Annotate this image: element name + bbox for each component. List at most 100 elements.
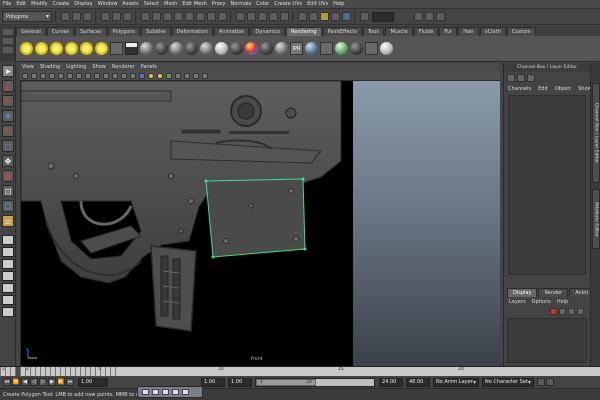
- mask-handles-icon[interactable]: [141, 12, 150, 21]
- render-globals-icon[interactable]: [342, 12, 351, 21]
- step-forward-key-icon[interactable]: ⏩: [57, 378, 65, 386]
- shelf-tab-deformation[interactable]: Deformation: [171, 27, 213, 36]
- render-current-frame-icon[interactable]: [320, 12, 329, 21]
- select-component-icon[interactable]: [123, 12, 132, 21]
- shelf-tab-muscle[interactable]: Muscle: [385, 27, 413, 36]
- phong-material-icon[interactable]: [200, 42, 213, 55]
- new-scene-icon[interactable]: [61, 12, 70, 21]
- show-attribute-editor-icon[interactable]: [414, 12, 423, 21]
- character-set-dropdown[interactable]: No Character Set: [482, 377, 534, 387]
- shelf-tab-dynamics[interactable]: Dynamics: [250, 27, 286, 36]
- create-polygon-tool[interactable]: ▱: [2, 215, 14, 227]
- shading-map-icon[interactable]: [245, 42, 258, 55]
- ipr-icon[interactable]: IPR: [290, 42, 303, 55]
- render-view-icon[interactable]: [125, 42, 138, 55]
- mask-rendering-icon[interactable]: [207, 12, 216, 21]
- use-background-icon[interactable]: [275, 42, 288, 55]
- mask-deformers-icon[interactable]: [185, 12, 194, 21]
- last-tool-used[interactable]: ⬡: [2, 200, 14, 212]
- menu-modify[interactable]: Modify: [31, 1, 48, 7]
- save-scene-icon[interactable]: [83, 12, 92, 21]
- graph-editor-layout-icon[interactable]: [2, 283, 14, 293]
- shelf-tab-hair[interactable]: Hair: [458, 27, 479, 36]
- area-light-icon[interactable]: [80, 42, 93, 55]
- show-tool-settings-icon[interactable]: [425, 12, 434, 21]
- lasso-tool[interactable]: ʆ: [2, 80, 14, 92]
- menu-proxy[interactable]: Proxy: [212, 1, 226, 7]
- layer-tab-display[interactable]: Display: [507, 288, 538, 297]
- snap-curve-icon[interactable]: [247, 12, 256, 21]
- rotate-tool[interactable]: ↻: [2, 125, 14, 137]
- shelf-tab-fur[interactable]: Fur: [439, 27, 458, 36]
- menu-help[interactable]: Help: [333, 1, 344, 7]
- shelf-tab-rendering[interactable]: Rendering: [286, 27, 322, 36]
- window-restore-icon[interactable]: [142, 389, 149, 395]
- custom-layout-icon[interactable]: [2, 307, 14, 317]
- viewport-menu-view[interactable]: View: [22, 64, 34, 70]
- history-icon[interactable]: [298, 12, 307, 21]
- step-back-key-icon[interactable]: ⏪: [12, 378, 20, 386]
- channel-box-menu-channels[interactable]: Channels: [508, 86, 531, 92]
- snap-view-plane-icon[interactable]: [269, 12, 278, 21]
- viewport-menu-panels[interactable]: Panels: [141, 64, 157, 70]
- menu-create[interactable]: Create: [53, 1, 70, 7]
- ramp-texture-icon[interactable]: [380, 42, 393, 55]
- playback-end-field[interactable]: 24.00: [379, 377, 403, 387]
- phong-e-material-icon[interactable]: [215, 42, 228, 55]
- layer-menu-help[interactable]: Help: [557, 299, 568, 305]
- start-time-field[interactable]: 1.00: [201, 377, 225, 387]
- scale-tool[interactable]: ⬚: [2, 140, 14, 152]
- menu-window[interactable]: Window: [98, 1, 118, 7]
- isolate-select-icon[interactable]: [184, 72, 190, 79]
- current-time-field[interactable]: 1.00: [78, 377, 108, 387]
- menu-edit-mesh[interactable]: Edit Mesh: [182, 1, 206, 7]
- window-tile-icon[interactable]: [152, 389, 159, 395]
- mask-misc-icon[interactable]: [218, 12, 227, 21]
- shelf-tab-toon[interactable]: Toon: [362, 27, 385, 36]
- spot-light-icon[interactable]: [65, 42, 78, 55]
- hypershade-icon[interactable]: [305, 42, 318, 55]
- anim-layer-dropdown[interactable]: No Anim Layer: [433, 377, 479, 387]
- four-pane-layout-icon[interactable]: [2, 247, 14, 257]
- select-hierarchy-icon[interactable]: [101, 12, 110, 21]
- menu-edit-uvs[interactable]: Edit UVs: [307, 1, 328, 7]
- shelf-tab-general[interactable]: General: [16, 27, 46, 36]
- range-slider-track[interactable]: 1 24: [255, 377, 375, 387]
- render-settings-icon[interactable]: [309, 12, 318, 21]
- mask-dynamics-icon[interactable]: [196, 12, 205, 21]
- play-forwards-icon[interactable]: ▷: [39, 378, 47, 386]
- shelf-tabs-toggle-icon[interactable]: [3, 38, 13, 44]
- soft-modification-tool[interactable]: ◍: [2, 170, 14, 182]
- grid-toggle-icon[interactable]: [58, 72, 64, 79]
- new-empty-layer-icon[interactable]: [568, 308, 575, 315]
- show-channel-box-icon[interactable]: [436, 12, 445, 21]
- move-layer-down-icon[interactable]: [559, 308, 566, 315]
- shelf-tab-subdivs[interactable]: Subdivs: [141, 27, 171, 36]
- menu-mesh[interactable]: Mesh: [164, 1, 177, 7]
- channel-box-area[interactable]: [508, 95, 586, 275]
- shelf-tab-polygons[interactable]: Polygons: [107, 27, 140, 36]
- model-viewport[interactable]: z front: [20, 81, 500, 366]
- surface-shader-icon[interactable]: [260, 42, 273, 55]
- texture-placement-icon[interactable]: [365, 42, 378, 55]
- channel-layer-split-icon[interactable]: [527, 74, 535, 82]
- paint-select-tool[interactable]: ✎: [2, 95, 14, 107]
- select-object-icon[interactable]: [112, 12, 121, 21]
- directional-light-icon[interactable]: [35, 42, 48, 55]
- time-slider[interactable]: 1 2 5 10 15 20: [0, 366, 600, 377]
- make-live-icon[interactable]: [280, 12, 289, 21]
- attribute-editor-side-tab[interactable]: Attribute Editor: [592, 189, 600, 249]
- lambert-material-icon[interactable]: [170, 42, 183, 55]
- shelf-tab-painteffects[interactable]: PaintEffects: [322, 27, 362, 36]
- mental-ray-icon[interactable]: [335, 42, 348, 55]
- mask-surfaces-icon[interactable]: [174, 12, 183, 21]
- manipulator-tool[interactable]: ✥: [2, 155, 14, 167]
- layer-editor-toggle-icon[interactable]: [517, 74, 525, 82]
- smooth-shade-icon[interactable]: [130, 72, 136, 79]
- shelf-tab-custom[interactable]: Custom: [506, 27, 536, 36]
- menu-edit[interactable]: Edit: [16, 1, 26, 7]
- menu-color[interactable]: Color: [256, 1, 269, 7]
- volume-light-icon[interactable]: [95, 42, 108, 55]
- snap-grid-icon[interactable]: [236, 12, 245, 21]
- viewport-menu-renderer[interactable]: Renderer: [112, 64, 135, 70]
